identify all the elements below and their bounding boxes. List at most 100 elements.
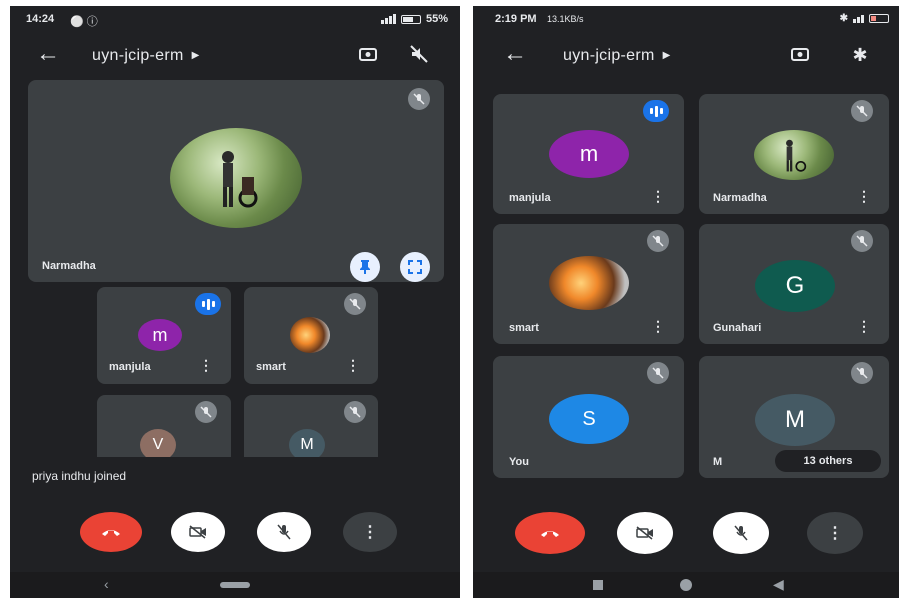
status-notification-icons: ⚪ ⓘ xyxy=(70,16,98,28)
avatar-initial: S xyxy=(582,407,596,430)
meeting-code-text: uyn-jcip-erm xyxy=(563,47,655,64)
participant-name: manjula xyxy=(109,361,151,373)
mic-off-icon xyxy=(408,88,430,110)
mic-toggle-button[interactable] xyxy=(257,512,311,552)
avatar-initial: V xyxy=(152,436,164,453)
caret-right-icon: ▶ xyxy=(191,50,200,61)
participant-tile[interactable]: M xyxy=(244,395,378,457)
participant-tile-others[interactable]: M M 13 others xyxy=(699,356,889,478)
participant-name: manjula xyxy=(509,192,551,204)
mic-off-icon xyxy=(734,525,748,541)
participant-tile[interactable]: smart ⋮ xyxy=(493,224,684,344)
end-call-icon xyxy=(102,530,120,536)
more-vert-icon[interactable]: ⋮ xyxy=(651,188,665,205)
avatar-initial: m xyxy=(152,324,168,345)
participant-photo xyxy=(290,317,330,353)
more-vert-icon[interactable]: ⋮ xyxy=(651,318,665,335)
avatar: M xyxy=(289,429,325,457)
participant-name: Narmadha xyxy=(713,192,767,204)
battery-level: 55% xyxy=(425,13,448,25)
nav-home-icon[interactable] xyxy=(680,579,692,591)
camera-off-icon xyxy=(636,526,653,540)
camera-toggle-button[interactable] xyxy=(171,512,225,552)
join-notification: priya indhu joined xyxy=(32,469,127,483)
mic-off-icon xyxy=(851,230,873,252)
signal-icon xyxy=(380,14,396,24)
mic-off-icon xyxy=(344,293,366,315)
avatar: V xyxy=(140,429,176,457)
status-network-speed: 13.1KB/s xyxy=(547,14,584,24)
nav-back-icon[interactable]: ◀ xyxy=(773,576,784,593)
more-vert-icon: ⋮ xyxy=(362,524,378,541)
status-right: 55% xyxy=(380,13,448,25)
speaking-icon xyxy=(643,100,669,122)
participant-tile[interactable]: m manjula ⋮ xyxy=(97,287,231,384)
back-arrow-icon[interactable]: ← xyxy=(36,42,60,66)
left-phone-screen: 14:24 ⚪ ⓘ 55% ← uyn-jcip-erm ▶ Narmadha xyxy=(10,6,460,598)
bluetooth-status-icon: ✱ xyxy=(839,13,848,24)
more-options-button[interactable]: ⋮ xyxy=(807,512,863,554)
speaking-icon xyxy=(195,293,221,315)
nav-recents-icon[interactable] xyxy=(593,580,603,590)
meeting-code-text: uyn-jcip-erm xyxy=(92,47,184,64)
mic-off-icon xyxy=(851,362,873,384)
meeting-code[interactable]: uyn-jcip-erm ▶ xyxy=(92,47,200,65)
participant-tile[interactable]: V xyxy=(97,395,231,457)
participant-tile-self[interactable]: S You xyxy=(493,356,684,478)
avatar-initial: M xyxy=(785,406,805,433)
others-count-badge[interactable]: 13 others xyxy=(775,450,881,472)
avatar: G xyxy=(755,260,835,312)
mic-off-icon xyxy=(851,100,873,122)
avatar: M xyxy=(755,394,835,446)
status-time: 14:24 xyxy=(26,13,55,25)
participant-name: smart xyxy=(509,322,539,334)
meeting-header: ← uyn-jcip-erm ▶ xyxy=(10,34,460,78)
switch-camera-icon[interactable] xyxy=(789,44,811,66)
bluetooth-icon[interactable]: ✱ xyxy=(849,44,871,66)
mic-off-icon xyxy=(277,524,291,540)
right-phone-screen: 2:19 PM 13.1KB/s ✱ ← uyn-jcip-erm ▶ ✱ m m… xyxy=(473,6,899,598)
pin-icon[interactable] xyxy=(350,252,380,282)
switch-camera-icon[interactable] xyxy=(357,44,379,66)
more-vert-icon[interactable]: ⋮ xyxy=(857,188,871,205)
mic-off-icon xyxy=(195,401,217,423)
avatar-initial: G xyxy=(785,272,805,299)
participant-name: You xyxy=(509,456,529,468)
participant-name: M xyxy=(713,456,723,468)
more-vert-icon[interactable]: ⋮ xyxy=(346,357,360,374)
status-bar: 14:24 ⚪ ⓘ 55% xyxy=(10,6,460,32)
mic-off-icon xyxy=(647,230,669,252)
avatar: m xyxy=(138,319,182,351)
nav-home-pill-icon[interactable] xyxy=(220,582,250,588)
status-right: ✱ xyxy=(840,13,889,24)
participant-tile[interactable]: m manjula ⋮ xyxy=(493,94,684,214)
main-participant-tile[interactable]: Narmadha xyxy=(28,80,444,282)
more-options-button[interactable]: ⋮ xyxy=(343,512,397,552)
participant-name: Gunahari xyxy=(713,322,762,334)
camera-off-icon xyxy=(189,525,206,539)
more-vert-icon[interactable]: ⋮ xyxy=(199,357,213,374)
avatar: m xyxy=(549,130,629,178)
end-call-icon xyxy=(541,531,559,537)
participant-tile[interactable]: G Gunahari ⋮ xyxy=(699,224,889,344)
participant-name: Narmadha xyxy=(42,260,96,272)
mic-off-icon xyxy=(344,401,366,423)
participant-tile[interactable]: smart ⋮ xyxy=(244,287,378,384)
end-call-button[interactable] xyxy=(80,512,142,552)
meeting-code[interactable]: uyn-jcip-erm ▶ xyxy=(563,47,671,65)
back-arrow-icon[interactable]: ← xyxy=(503,42,527,66)
meeting-header: ← uyn-jcip-erm ▶ ✱ xyxy=(473,34,899,78)
audio-off-icon[interactable] xyxy=(408,44,430,66)
nav-back-icon[interactable]: ‹ xyxy=(104,576,109,592)
avatar-initial: M xyxy=(300,436,314,453)
more-vert-icon[interactable]: ⋮ xyxy=(857,318,871,335)
signal-icon xyxy=(853,14,864,23)
fullscreen-icon[interactable] xyxy=(400,252,430,282)
participant-photo xyxy=(754,130,834,180)
avatar-initial: m xyxy=(579,141,599,166)
mic-toggle-button[interactable] xyxy=(713,512,769,554)
system-nav-bar: ‹ xyxy=(10,572,460,598)
camera-toggle-button[interactable] xyxy=(617,512,673,554)
participant-tile[interactable]: Narmadha ⋮ xyxy=(699,94,889,214)
end-call-button[interactable] xyxy=(515,512,585,554)
